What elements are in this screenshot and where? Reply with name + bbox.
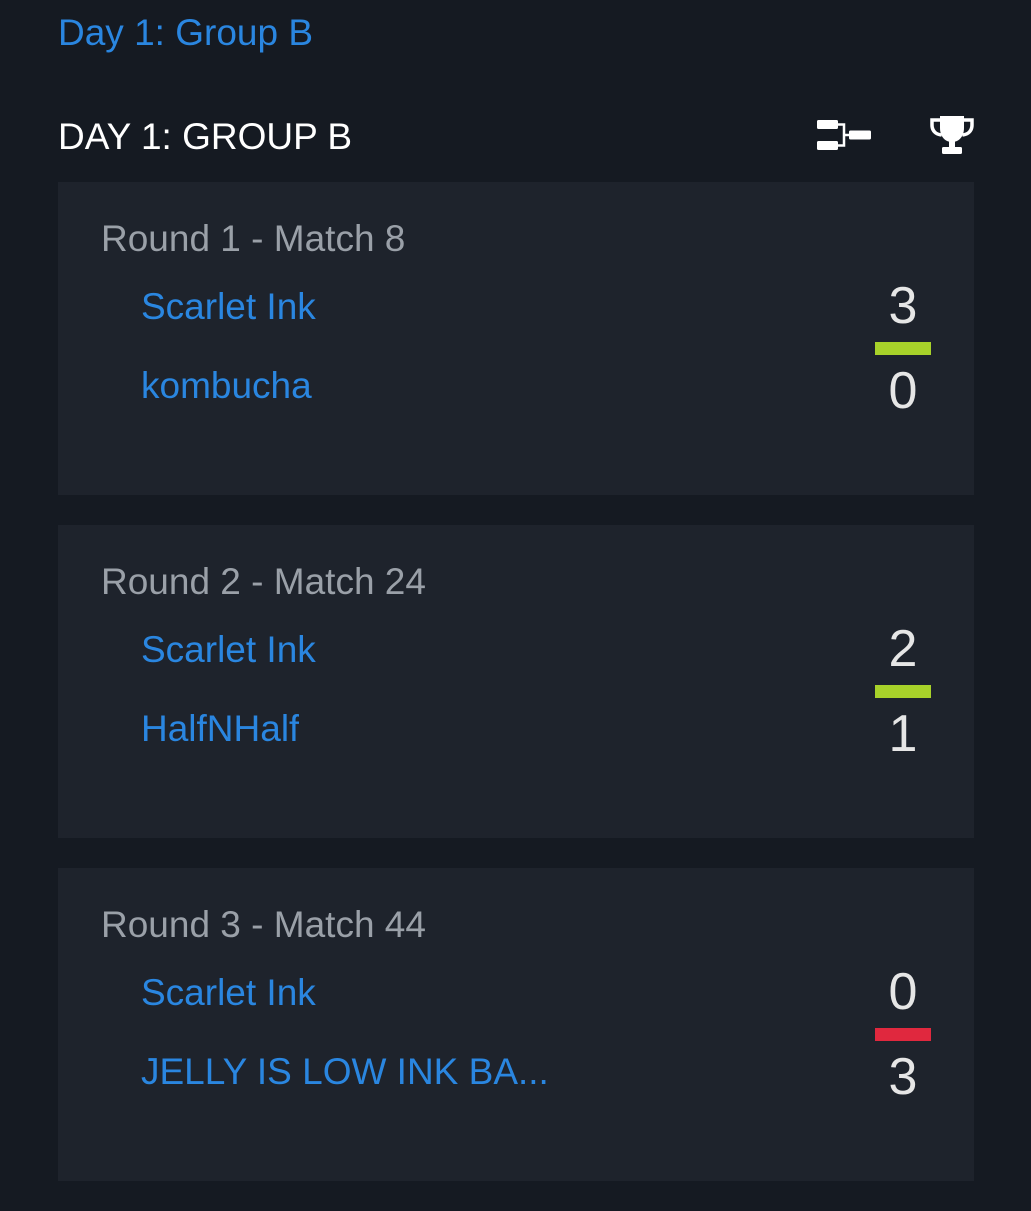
opponent-link[interactable]: kombucha: [141, 363, 312, 409]
match-card[interactable]: Round 3 - Match 44 Scarlet Ink JELLY IS …: [58, 868, 974, 1181]
trophy-icon: [930, 116, 974, 154]
match-card[interactable]: Round 1 - Match 8 Scarlet Ink kombucha 3…: [58, 182, 974, 495]
result-indicator: [875, 685, 931, 698]
round-label: Round 1 - Match 8: [101, 218, 406, 259]
breadcrumb-link[interactable]: Day 1: Group B: [58, 10, 313, 56]
opponent-score: 1: [888, 705, 918, 763]
group-title: DAY 1: GROUP B: [58, 116, 353, 157]
result-indicator: [875, 1028, 931, 1041]
opponent-link[interactable]: HalfNHalf: [141, 706, 299, 752]
bracket-icon: [817, 120, 871, 150]
opponent-link[interactable]: JELLY IS LOW INK BA...: [141, 1049, 549, 1095]
round-label: Round 2 - Match 24: [101, 561, 426, 602]
team-link[interactable]: Scarlet Ink: [141, 627, 316, 673]
team-link[interactable]: Scarlet Ink: [141, 970, 316, 1016]
match-card[interactable]: Round 2 - Match 24 Scarlet Ink HalfNHalf…: [58, 525, 974, 838]
team-score: 3: [888, 277, 918, 335]
match-list: Round 1 - Match 8 Scarlet Ink kombucha 3…: [58, 182, 974, 1211]
bracket-button[interactable]: [814, 112, 874, 158]
trophy-button[interactable]: [922, 112, 982, 158]
group-header: DAY 1: GROUP B: [58, 112, 974, 162]
opponent-score: 3: [888, 1048, 918, 1106]
result-indicator: [875, 342, 931, 355]
team-score: 0: [888, 963, 918, 1021]
team-score: 2: [888, 620, 918, 678]
team-link[interactable]: Scarlet Ink: [141, 284, 316, 330]
round-label: Round 3 - Match 44: [101, 904, 426, 945]
opponent-score: 0: [888, 362, 918, 420]
